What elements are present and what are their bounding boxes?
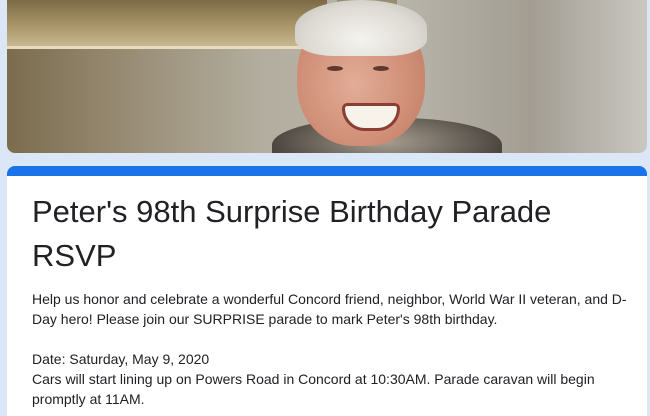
form-description: Help us honor and celebrate a wonderful … — [32, 291, 627, 407]
header-image — [7, 0, 647, 153]
right-eye — [373, 66, 389, 71]
left-eye — [327, 66, 343, 71]
hair — [295, 0, 427, 56]
picture-frame — [7, 0, 327, 49]
form-title: Peter's 98th Surprise Birthday Parade RS… — [32, 194, 552, 273]
form-accent-bar — [7, 166, 647, 176]
